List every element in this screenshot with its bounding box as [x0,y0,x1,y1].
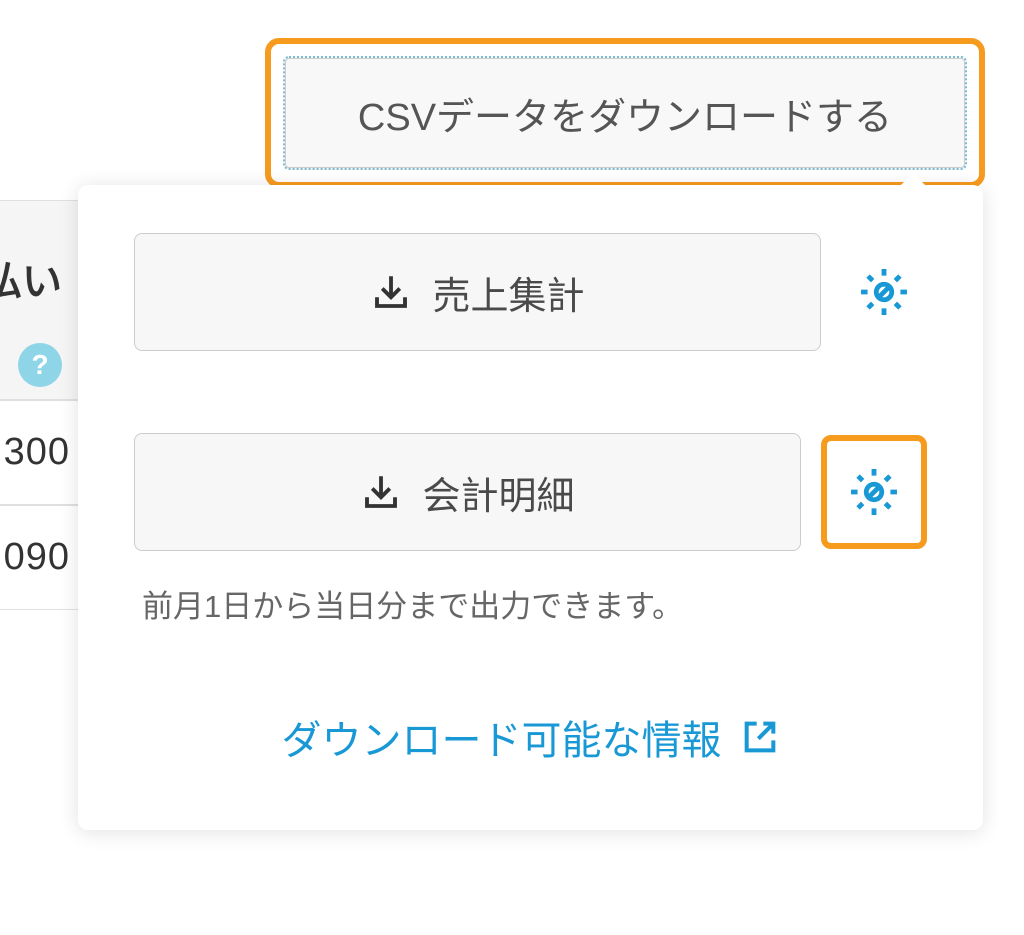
option-row-account: 会計明細 [134,433,927,551]
download-icon [360,471,402,513]
help-icon[interactable]: ? [18,343,62,387]
sales-summary-label: 売上集計 [432,265,584,320]
sales-summary-button[interactable]: 売上集計 [134,233,821,351]
helper-text: 前月1日から当日分まで出力できます。 [142,581,927,626]
account-detail-button[interactable]: 会計明細 [134,433,801,551]
download-icon [370,271,412,313]
csv-download-highlight: CSVデータをダウンロードする [265,38,985,188]
footer-link-label: ダウンロード可能な情報 [282,708,722,766]
column-header-text: 払い [0,249,62,307]
gear-icon [845,463,903,521]
column-header: 払い ? [0,200,80,400]
csv-download-label: CSVデータをダウンロードする [358,86,892,141]
csv-download-button[interactable]: CSVデータをダウンロードする [283,56,967,170]
table-cell: ,090 [0,505,80,610]
external-link-icon [740,717,780,757]
gear-icon [855,263,913,321]
account-detail-label: 会計明細 [422,465,574,520]
option-row-sales: 売上集計 [134,233,927,351]
account-detail-settings[interactable] [821,435,927,549]
background-table: 払い ? ,300 ,090 [0,200,80,610]
download-popup: 売上集計 会計明細 前月1日から当日分 [78,185,983,830]
sales-summary-settings[interactable] [841,249,927,335]
downloadable-info-link[interactable]: ダウンロード可能な情報 [282,708,780,766]
table-cell: ,300 [0,400,80,505]
footer-link-wrapper: ダウンロード可能な情報 [134,708,927,766]
